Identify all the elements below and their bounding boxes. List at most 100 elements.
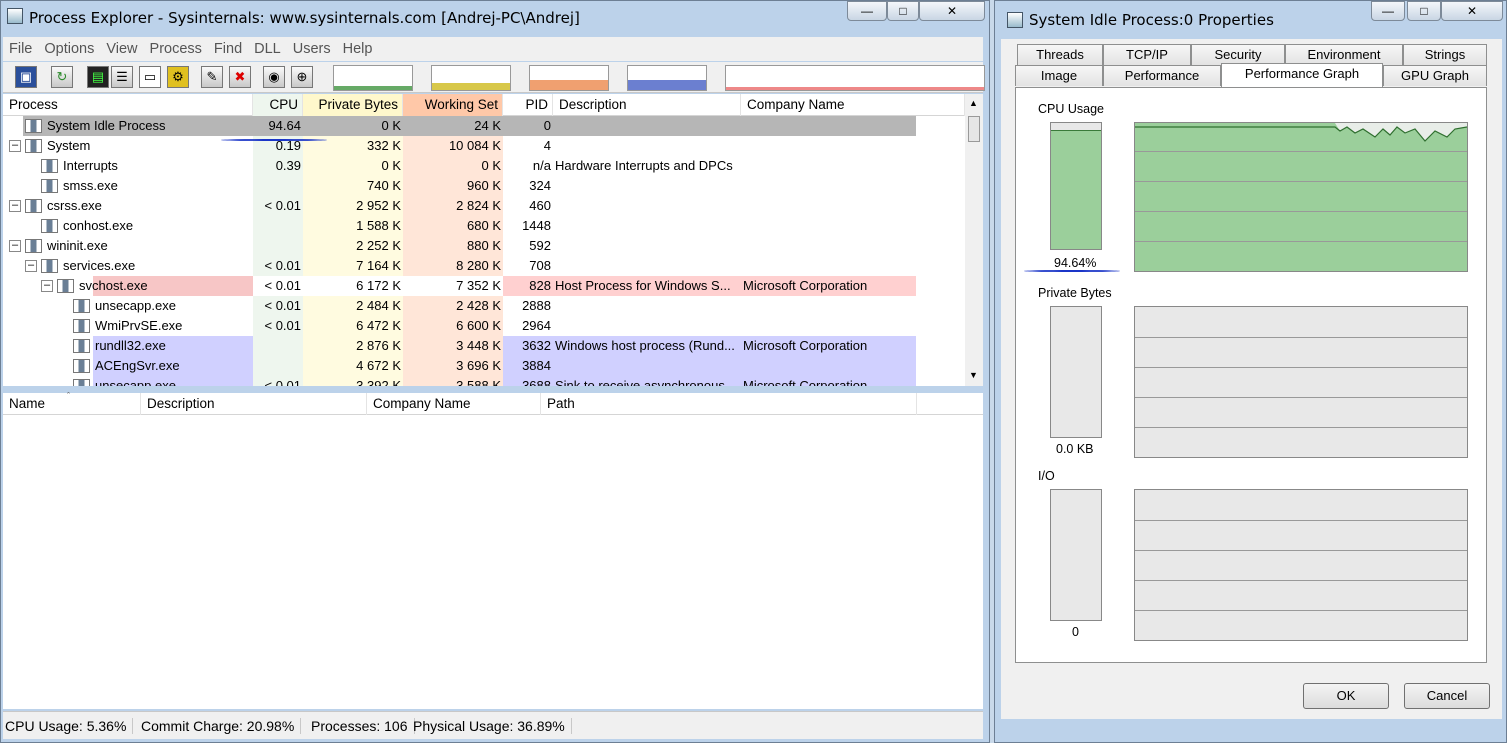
dll-col-name[interactable]: Name — [9, 393, 141, 415]
cancel-button[interactable]: Cancel — [1404, 683, 1490, 709]
process-row[interactable]: rundll32.exe 2 876 K3 448 K 3632 Windows ho… — [3, 336, 965, 356]
col-cpu[interactable]: CPU — [253, 94, 303, 116]
tab-gpu-graph[interactable]: GPU Graph — [1383, 65, 1487, 86]
kill-process-icon[interactable]: ✖ — [229, 66, 251, 88]
tab-security[interactable]: Security — [1191, 44, 1285, 65]
tab-strings[interactable]: Strings — [1403, 44, 1487, 65]
window-icon[interactable]: ▭ — [139, 66, 161, 88]
status-cpu: CPU Usage: 5.36% — [5, 718, 134, 734]
tab-environment[interactable]: Environment — [1285, 44, 1403, 65]
collapse-toggle-icon[interactable]: – — [41, 280, 53, 292]
io-mini-graph[interactable] — [627, 65, 707, 91]
process-row[interactable]: – csrss.exe < 0.01 2 952 K2 824 K 460 — [3, 196, 965, 216]
process-name: Interrupts — [63, 158, 118, 173]
maximize-button[interactable]: □ — [887, 1, 919, 21]
save-icon[interactable]: ▣ — [15, 66, 37, 88]
process-row[interactable]: conhost.exe 1 588 K 680 K 1448 — [3, 216, 965, 236]
process-row[interactable]: ACEngSvr.exe 4 672 K3 696 K 3884 — [3, 356, 965, 376]
tab-performance-graph[interactable]: Performance Graph — [1221, 63, 1383, 87]
tab-image[interactable]: Image — [1015, 65, 1103, 86]
dll-col-description[interactable]: Description — [141, 393, 367, 415]
menu-users[interactable]: Users — [287, 37, 337, 57]
process-row[interactable]: smss.exe 740 K 960 K 324 — [3, 176, 965, 196]
scroll-down-icon[interactable]: ▼ — [969, 370, 978, 380]
process-row[interactable]: – System 0.19 332 K 10 084 K4 — [3, 136, 965, 156]
dll-col-company[interactable]: Company Name — [367, 393, 541, 415]
process-pid: 3632 — [522, 338, 551, 353]
col-working-set[interactable]: Working Set — [403, 94, 503, 116]
process-row[interactable]: System Idle Process 94.64 0 K 24 K 0 — [3, 116, 965, 136]
process-pid: 0 — [543, 118, 551, 133]
process-row[interactable]: WmiPrvSE.exe < 0.01 6 472 K6 600 K 2964 — [3, 316, 965, 336]
menu-view[interactable]: View — [100, 37, 143, 57]
collapse-toggle-icon[interactable]: – — [25, 260, 37, 272]
scroll-up-icon[interactable]: ▲ — [969, 98, 978, 108]
tab-threads[interactable]: Threads — [1017, 44, 1103, 65]
memory-mini-graph[interactable] — [529, 65, 609, 91]
io-gauge — [1050, 489, 1102, 621]
process-row[interactable]: – services.exe < 0.01 7 164 K8 280 K 708 — [3, 256, 965, 276]
dll-view[interactable]: Name ˆ Description Company Name Path — [3, 391, 983, 709]
vertical-scrollbar[interactable]: ▲ ▼ — [965, 94, 983, 386]
process-working-set: 880 K — [403, 236, 503, 256]
process-tree-view[interactable]: Process CPU Private Bytes Working Set PI… — [3, 94, 983, 386]
properties-icon[interactable]: ☰ — [111, 66, 133, 88]
app-icon — [7, 8, 23, 24]
process-working-set: 24 K — [474, 118, 501, 133]
scroll-thumb[interactable] — [968, 116, 980, 142]
collapse-toggle-icon[interactable]: – — [9, 200, 21, 212]
minimize-button[interactable]: — — [847, 1, 887, 21]
col-private-bytes[interactable]: Private Bytes — [303, 94, 403, 116]
process-private-bytes: 2 876 K — [303, 336, 403, 356]
process-icon — [73, 339, 90, 353]
process-company: Microsoft Corporation — [743, 338, 868, 353]
private-bytes-label: Private Bytes — [1038, 286, 1112, 300]
process-row[interactable]: unsecapp.exe < 0.01 3 392 K3 588 K 3688 Sink… — [3, 376, 965, 386]
col-description[interactable]: Description — [553, 94, 741, 116]
process-row[interactable]: unsecapp.exe < 0.01 2 484 K2 428 K 2888 — [3, 296, 965, 316]
process-row[interactable]: – wininit.exe 2 252 K 880 K 592 — [3, 236, 965, 256]
refresh-icon[interactable]: ↻ — [51, 66, 73, 88]
gpu-mini-graph[interactable] — [725, 65, 985, 91]
collapse-toggle-icon[interactable]: – — [9, 140, 21, 152]
process-cpu: < 0.01 — [253, 376, 303, 386]
process-private-bytes: 3 392 K — [303, 376, 403, 386]
menu-find[interactable]: Find — [208, 37, 248, 57]
settings-gear-icon[interactable]: ⚙ — [167, 66, 189, 88]
props-title-bar: System Idle Process:0 Properties — □ ✕ — [995, 1, 1506, 34]
menu-help[interactable]: Help — [337, 37, 379, 57]
menu-file[interactable]: File — [3, 37, 38, 57]
col-company[interactable]: Company Name — [741, 94, 965, 116]
col-process[interactable]: Process — [9, 94, 253, 116]
props-maximize-button[interactable]: □ — [1407, 1, 1441, 21]
cpu-mini-graph[interactable] — [333, 65, 413, 91]
commit-mini-graph[interactable] — [431, 65, 511, 91]
props-close-button[interactable]: ✕ — [1441, 1, 1503, 21]
process-name: System Idle Process — [47, 118, 166, 133]
collapse-toggle-icon[interactable]: – — [9, 240, 21, 252]
ok-button[interactable]: OK — [1303, 683, 1389, 709]
process-name: unsecapp.exe — [95, 378, 176, 386]
menu-options[interactable]: Options — [38, 37, 100, 57]
process-row[interactable]: Interrupts 0.39 0 K0 Kn/a Hardware Interrup… — [3, 156, 965, 176]
menu-process[interactable]: Process — [144, 37, 208, 57]
process-icon — [73, 359, 90, 373]
tab-tcpip[interactable]: TCP/IP — [1103, 44, 1191, 65]
system-info-icon[interactable]: ▤ — [87, 66, 109, 88]
find-binoculars-icon[interactable]: ◉ — [263, 66, 285, 88]
process-description — [555, 196, 739, 216]
tab-performance[interactable]: Performance — [1103, 65, 1221, 86]
menu-dll[interactable]: DLL — [248, 37, 287, 57]
close-button[interactable]: ✕ — [919, 1, 985, 21]
process-private-bytes: 0 K — [303, 156, 403, 176]
menu-bar: File Options View Process Find DLL Users Help — [3, 37, 983, 61]
col-pid[interactable]: PID — [503, 94, 553, 116]
props-minimize-button[interactable]: — — [1371, 1, 1405, 21]
dll-col-path[interactable]: Path — [541, 393, 917, 415]
props-body: Threads TCP/IP Security Environment Stri… — [1001, 39, 1502, 719]
target-crosshair-icon[interactable]: ⊕ — [291, 66, 313, 88]
process-row[interactable]: – svchost.exe < 0.01 6 172 K 7 352 K 828 Host … — [3, 276, 965, 296]
private-bytes-graph — [1134, 306, 1468, 458]
process-name: csrss.exe — [47, 198, 102, 213]
handle-view-icon[interactable]: ✎ — [201, 66, 223, 88]
